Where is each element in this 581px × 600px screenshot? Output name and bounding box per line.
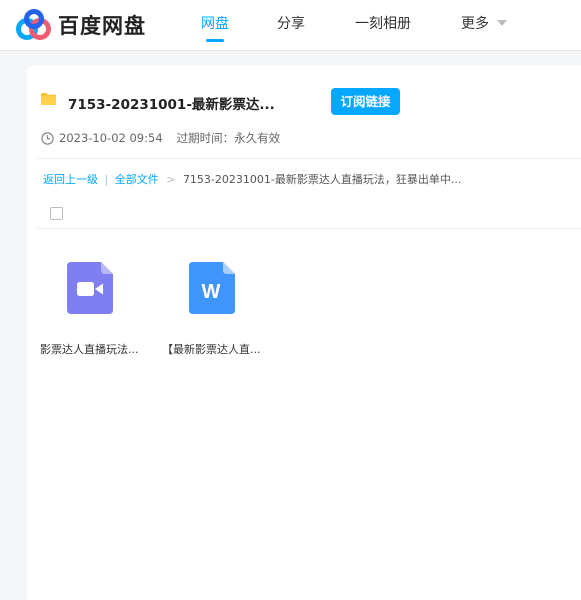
share-title: 7153-20231001-最新影票达... xyxy=(68,97,275,113)
breadcrumb-arrow: > xyxy=(166,173,176,186)
baidu-netdisk-logo[interactable]: 百度网盘 xyxy=(16,6,146,44)
top-navbar: 百度网盘 网盘 分享 一刻相册 更多 xyxy=(0,0,581,51)
video-file-icon xyxy=(67,262,113,314)
nav-active-indicator xyxy=(206,39,224,42)
nav-share[interactable]: 分享 xyxy=(277,13,305,33)
chevron-down-icon xyxy=(497,20,507,26)
share-panel: 7153-20231001-最新影票达... 订阅链接 2023-10-02 0… xyxy=(27,66,581,600)
nav-more-label: 更多 xyxy=(461,16,489,32)
logo-text: 百度网盘 xyxy=(58,14,146,38)
share-meta: 2023-10-02 09:54 过期时间： 永久有效 xyxy=(41,130,280,146)
cloud-logo-icon xyxy=(16,9,51,40)
nav-moment-album[interactable]: 一刻相册 xyxy=(355,13,411,33)
select-all-checkbox[interactable] xyxy=(50,207,63,220)
nav-netdisk[interactable]: 网盘 xyxy=(201,13,229,33)
breadcrumb-back-link[interactable]: 返回上一级 xyxy=(43,173,98,186)
file-name: 影票达人直播玩法... xyxy=(40,343,139,356)
divider xyxy=(37,228,581,229)
breadcrumb-separator: | xyxy=(104,173,109,186)
svg-text:W: W xyxy=(202,281,221,303)
subscribe-link-button[interactable]: 订阅链接 xyxy=(331,88,400,115)
breadcrumb-current-folder: 7153-20231001-最新影票达人直播玩法，狂暴出单中... xyxy=(182,173,462,186)
share-date: 2023-10-02 09:54 xyxy=(59,131,163,145)
word-file-icon: W xyxy=(189,262,235,314)
expire-value: 永久有效 xyxy=(234,131,281,145)
divider xyxy=(37,158,581,159)
breadcrumb: 返回上一级 | 全部文件 > 7153-20231001-最新影票达人直播玩法，… xyxy=(43,171,461,187)
nav-more[interactable]: 更多 xyxy=(461,13,507,33)
clock-icon xyxy=(41,131,54,145)
folder-icon xyxy=(41,93,56,105)
breadcrumb-all-files-link[interactable]: 全部文件 xyxy=(115,173,159,186)
file-name: 【最新影票达人直... xyxy=(162,343,261,356)
expire-label: 过期时间： xyxy=(176,131,235,145)
